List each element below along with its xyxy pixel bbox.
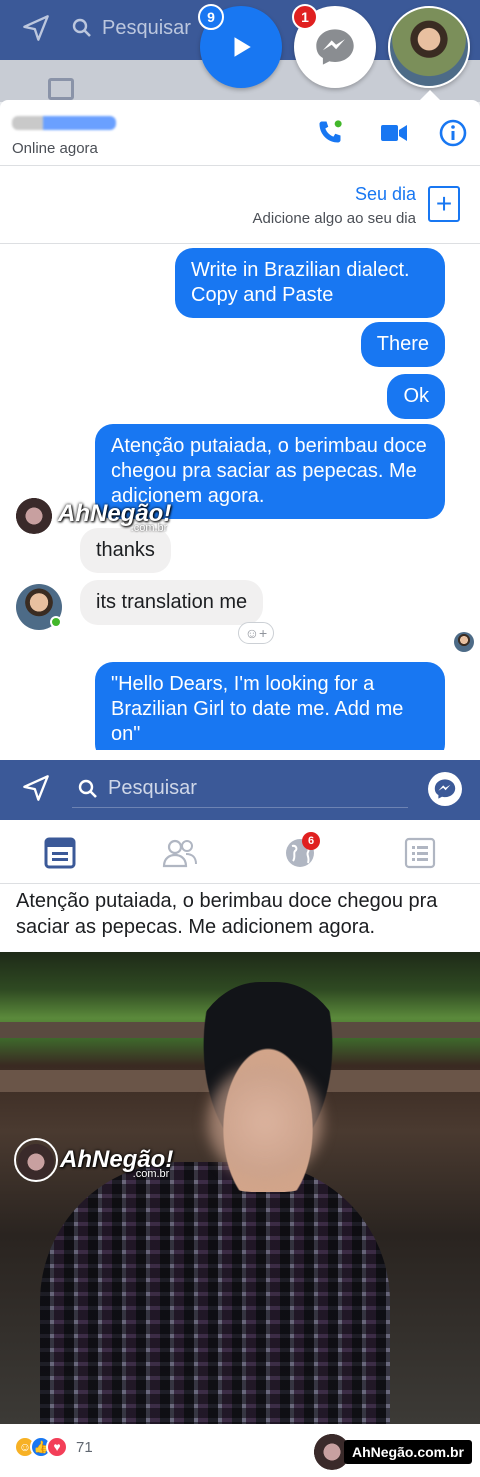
chat-header: Online agora: [0, 100, 480, 166]
notification-badge: 6: [302, 832, 320, 850]
facebook-top-bar: Pesquisar: [0, 760, 480, 820]
messenger-icon: [316, 29, 354, 65]
post-photo[interactable]: AhNegão! .com.br: [0, 952, 480, 1424]
tab-friends[interactable]: [160, 836, 200, 870]
contact-avatar-head[interactable]: [388, 6, 470, 88]
online-indicator: [50, 616, 62, 628]
message-incoming[interactable]: its translation me: [80, 580, 264, 625]
tab-menu[interactable]: [400, 836, 440, 870]
chat-heads: 9 1: [0, 4, 480, 96]
site-watermark: AhNegão.com.br: [343, 1440, 472, 1464]
messenger-chat-head[interactable]: 1: [292, 4, 376, 88]
watermark-domain: .com.br: [132, 1168, 170, 1180]
message-outgoing[interactable]: "Hello Dears, I'm looking for a Brazilia…: [95, 662, 445, 750]
watermark-domain: .com.br: [130, 522, 168, 534]
search-placeholder: Pesquisar: [108, 777, 197, 799]
reaction-count: 71: [76, 1438, 93, 1456]
video-chat-head[interactable]: 9: [198, 4, 282, 88]
story-title: Seu dia: [354, 184, 416, 204]
friends-icon: [162, 839, 197, 868]
image-divider: [0, 750, 480, 760]
contact-name-redacted: [12, 116, 116, 130]
video-badge: 9: [198, 4, 224, 30]
seen-avatar: [454, 632, 474, 652]
watermark: AhNegão! .com.br: [12, 492, 171, 536]
phone-icon[interactable]: [316, 118, 344, 146]
facebook-screenshot: Pesquisar 6 Atenção putaiada, o berimbau…: [0, 760, 480, 1477]
video-call-icon[interactable]: [380, 122, 408, 144]
message-outgoing[interactable]: There: [360, 322, 445, 367]
message-outgoing[interactable]: Write in Brazilian dialect. Copy and Pas…: [175, 248, 445, 318]
watermark-logo: [14, 1138, 58, 1182]
play-icon: [234, 37, 251, 57]
paper-plane-icon[interactable]: [22, 774, 50, 802]
menu-icon: [404, 837, 436, 869]
info-icon[interactable]: [438, 118, 468, 148]
online-status: Online agora: [12, 140, 98, 157]
photo-face-blur: [200, 1062, 330, 1182]
post-text: Atenção putaiada, o berimbau doce chegou…: [16, 890, 438, 938]
watermark: AhNegão! .com.br: [14, 1138, 173, 1182]
watermark-logo: [12, 492, 56, 536]
photo-person-body: [40, 1162, 390, 1424]
search-box[interactable]: Pesquisar: [72, 770, 408, 808]
messenger-icon: [434, 779, 456, 799]
messenger-screenshot: Pesquisar 9 1 Online agora Seu dia Adici…: [0, 0, 480, 750]
add-reaction-button[interactable]: ☺+: [238, 622, 274, 644]
messenger-button[interactable]: [428, 772, 462, 806]
news-feed-icon: [44, 837, 76, 869]
chat-pointer: [420, 90, 440, 100]
messenger-badge: 1: [292, 4, 318, 30]
add-story-button[interactable]: +: [428, 186, 460, 222]
tab-notifications[interactable]: 6: [280, 832, 320, 870]
message-outgoing[interactable]: Ok: [387, 374, 445, 419]
tab-feed[interactable]: [40, 836, 80, 870]
story-subtitle: Adicione algo ao seu dia: [252, 210, 416, 227]
tab-bar: 6: [0, 820, 480, 884]
search-icon: [78, 779, 97, 798]
story-prompt[interactable]: Seu dia Adicione algo ao seu dia +: [0, 166, 480, 244]
reaction-summary[interactable]: ☺ 👍 ♥ 71: [14, 1436, 93, 1458]
chat-window: Online agora Seu dia Adicione algo ao se…: [0, 90, 480, 750]
love-reaction-icon: ♥: [46, 1436, 68, 1458]
